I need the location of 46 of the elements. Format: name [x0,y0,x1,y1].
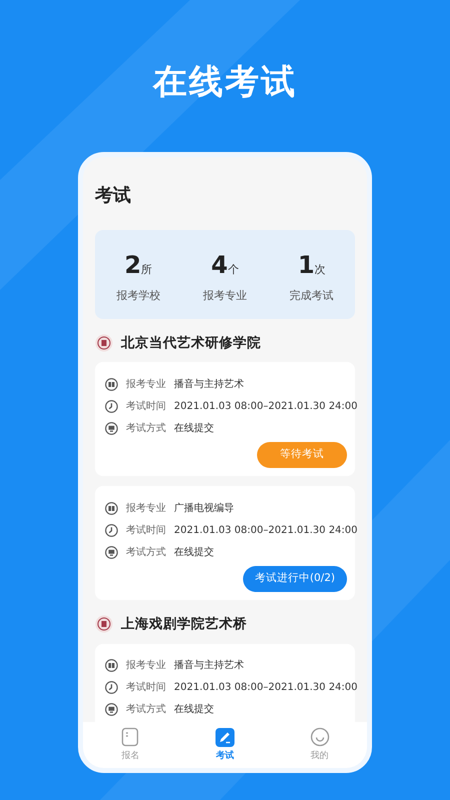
field-value: 2021.01.03 08:00–2021.01.30 24:00 [174,400,358,414]
pen-icon [214,727,236,748]
clock-icon [105,524,118,537]
school-name: 北京当代艺术研修学院 [121,334,261,353]
field-value: 2021.01.03 08:00–2021.01.30 24:00 [174,681,358,695]
field-value: 播音与主持艺术 [174,378,244,392]
field-label: 考试时间 [126,524,166,538]
field-label: 报考专业 [126,502,166,516]
tab-item[interactable]: 报名 [83,722,178,768]
monitor-icon [105,422,118,435]
clock-icon [105,681,118,694]
field-value: 广播电视编导 [174,502,234,516]
stat-label: 完成考试 [290,288,334,304]
status-button[interactable]: 等待考试 [257,442,347,468]
school-logo-icon [95,615,113,634]
status-button[interactable]: 考试进行中(0/2) [242,566,347,592]
monitor-icon [105,546,118,559]
field-label: 报考专业 [126,378,166,392]
field-value: 在线提交 [174,422,214,436]
stat-label: 报考专业 [203,288,247,304]
headline: 在线考试 [153,61,297,104]
school-name: 上海戏剧学院艺术桥 [121,615,247,634]
field-label: 考试方式 [126,546,166,560]
book-icon [105,502,118,515]
field-label: 报考专业 [126,658,166,673]
field-label: 考试时间 [126,400,166,414]
field-value: 在线提交 [174,702,214,717]
page-title: 考试 [95,184,132,208]
stat-value: 2所 [124,250,152,280]
field-label: 考试方式 [126,702,166,717]
field-label: 考试时间 [126,680,166,695]
book-icon [105,659,118,672]
stat-label: 报考学校 [116,288,160,304]
smile-icon [308,727,331,748]
field-label: 考试方式 [126,422,166,436]
stat-value: 4个 [211,250,239,280]
clock-icon [105,400,118,413]
field-value: 在线提交 [174,546,214,560]
tab-item[interactable]: 我的 [272,722,367,768]
school-logo-icon [95,334,113,352]
tab-item[interactable]: 考试 [178,722,272,768]
monitor-icon [105,703,118,716]
stat-value: 1次 [298,250,326,280]
book-icon [105,378,118,391]
field-value: 2021.01.03 08:00–2021.01.30 24:00 [174,524,358,538]
field-value: 播音与主持艺术 [174,658,244,673]
